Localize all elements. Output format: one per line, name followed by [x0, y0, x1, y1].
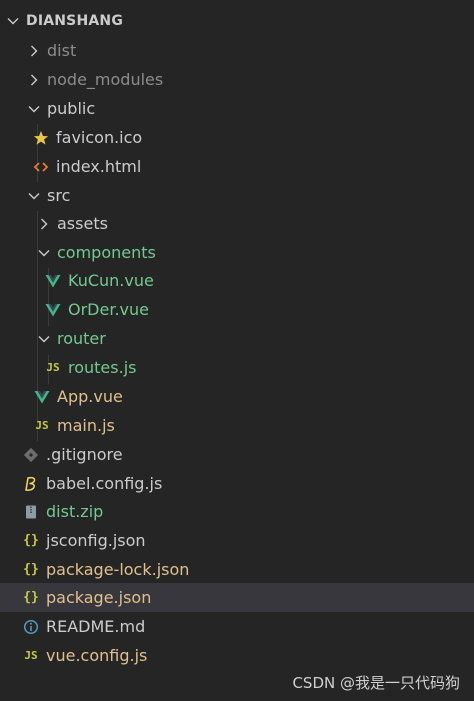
- tree-item-favicon[interactable]: favicon.ico: [0, 123, 474, 152]
- tree-item-label: jsconfig.json: [46, 531, 146, 550]
- json-icon: {}: [23, 562, 39, 577]
- tree-item-label: favicon.ico: [56, 128, 143, 147]
- vue-icon: [33, 388, 51, 406]
- tree-item-babel-config[interactable]: babel.config.js: [0, 469, 474, 498]
- js-icon: JS: [35, 419, 49, 432]
- tree-item-label: router: [57, 329, 106, 348]
- tree-item-label: src: [47, 186, 71, 205]
- tree-item-label: OrDer.vue: [68, 300, 149, 319]
- tree-item-app-vue[interactable]: App.vue: [0, 382, 474, 411]
- tree-item-order-vue[interactable]: OrDer.vue: [0, 295, 474, 324]
- tree-item-components[interactable]: components: [0, 238, 474, 267]
- tree-item-label: package.json: [46, 588, 152, 607]
- tree-item-label: dist.zip: [46, 502, 104, 521]
- tree-item-readme[interactable]: README.md: [0, 612, 474, 641]
- tree-item-dist[interactable]: dist: [0, 36, 474, 65]
- chevron-down-icon[interactable]: [6, 14, 20, 28]
- explorer-section-header[interactable]: DIANSHANG: [0, 7, 474, 35]
- chevron-right-icon[interactable]: [27, 73, 41, 87]
- vue-icon: [44, 272, 62, 290]
- tree-item-vue-config[interactable]: JS vue.config.js: [0, 641, 474, 670]
- chevron-down-icon[interactable]: [37, 246, 51, 260]
- tree-item-kucun-vue[interactable]: KuCun.vue: [0, 266, 474, 295]
- tree-item-node-modules[interactable]: node_modules: [0, 65, 474, 94]
- tree-item-label: components: [57, 243, 156, 262]
- babel-icon: [22, 475, 40, 493]
- tree-item-label: node_modules: [47, 70, 164, 89]
- file-explorer: DIANSHANG dist node_modules public favic…: [0, 0, 474, 701]
- tree-item-assets[interactable]: assets: [0, 209, 474, 238]
- tree-item-gitignore[interactable]: .gitignore: [0, 440, 474, 469]
- tree-item-label: main.js: [57, 416, 115, 435]
- html-icon: [32, 158, 50, 176]
- tree-item-label: dist: [47, 41, 77, 60]
- tree-item-router[interactable]: router: [0, 324, 474, 353]
- chevron-right-icon[interactable]: [37, 217, 51, 231]
- zip-icon: [22, 503, 40, 521]
- tree-item-index-html[interactable]: index.html: [0, 152, 474, 181]
- tree-item-label: index.html: [56, 157, 142, 176]
- tree-item-jsconfig-json[interactable]: {} jsconfig.json: [0, 526, 474, 555]
- git-icon: [22, 446, 40, 464]
- tree-item-label: package-lock.json: [46, 560, 190, 579]
- tree-item-package-json[interactable]: {} package.json: [0, 583, 474, 612]
- tree-item-label: App.vue: [57, 387, 123, 406]
- chevron-right-icon[interactable]: [27, 44, 41, 58]
- tree-item-label: routes.js: [68, 358, 137, 377]
- js-icon: JS: [46, 361, 60, 374]
- tree-item-package-lock-json[interactable]: {} package-lock.json: [0, 555, 474, 584]
- tree-item-dist-zip[interactable]: dist.zip: [0, 497, 474, 526]
- chevron-down-icon[interactable]: [27, 102, 41, 116]
- tree-item-label: .gitignore: [46, 445, 123, 464]
- workspace-title: DIANSHANG: [26, 13, 124, 29]
- tree-item-src[interactable]: src: [0, 181, 474, 210]
- watermark: CSDN @我是一只代码狗: [292, 674, 460, 692]
- vue-icon: [44, 301, 62, 319]
- tree-item-main-js[interactable]: JS main.js: [0, 411, 474, 440]
- tree-item-label: assets: [57, 214, 108, 233]
- chevron-down-icon[interactable]: [37, 332, 51, 346]
- tree-item-label: vue.config.js: [46, 646, 148, 665]
- chevron-down-icon[interactable]: [27, 189, 41, 203]
- js-icon: JS: [24, 649, 38, 662]
- star-icon: [32, 129, 50, 147]
- json-icon: {}: [23, 533, 39, 548]
- tree-item-label: README.md: [46, 617, 146, 636]
- json-icon: {}: [23, 590, 39, 605]
- info-icon: [22, 618, 40, 636]
- tree-item-label: babel.config.js: [46, 474, 163, 493]
- tree-item-label: public: [47, 99, 96, 118]
- tree-item-public[interactable]: public: [0, 94, 474, 123]
- tree-item-routes-js[interactable]: JS routes.js: [0, 353, 474, 382]
- tree-item-label: KuCun.vue: [68, 271, 154, 290]
